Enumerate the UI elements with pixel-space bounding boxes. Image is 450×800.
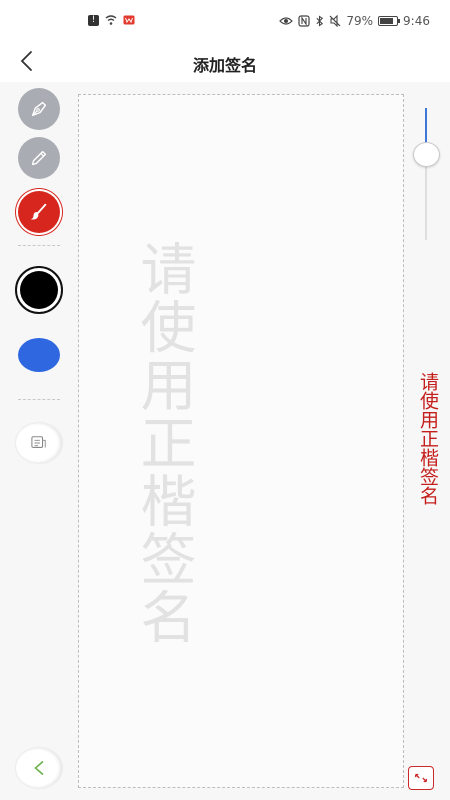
pencil-icon <box>31 150 47 166</box>
app-notification-icon <box>123 15 135 25</box>
battery-level-fill <box>380 18 394 24</box>
note-button[interactable] <box>16 423 62 463</box>
color-swatch-black-fill <box>20 271 58 309</box>
navigation-bar: 添加签名 <box>0 42 450 82</box>
eye-icon <box>279 17 294 25</box>
bluetooth-icon <box>316 15 324 27</box>
toolbar-divider <box>18 399 60 400</box>
brush-icon <box>30 203 47 220</box>
status-time: 9:46 <box>403 14 430 28</box>
color-swatch-black[interactable] <box>15 266 63 314</box>
exit-fullscreen-icon <box>415 773 427 783</box>
fountain-pen-tool-button[interactable] <box>18 88 60 130</box>
fountain-pen-icon <box>31 101 47 117</box>
status-left-icons: ! <box>88 14 135 26</box>
note-icon <box>31 436 46 448</box>
signature-hint: 请使用正楷签名 <box>417 372 439 505</box>
battery-icon <box>378 16 401 26</box>
undo-button[interactable] <box>16 748 62 788</box>
wifi-icon <box>105 15 117 25</box>
toolbar-divider <box>18 245 60 246</box>
stroke-width-slider-thumb[interactable] <box>413 142 440 168</box>
mute-icon <box>329 15 341 27</box>
pen-toolbar <box>0 82 76 800</box>
status-bar: ! 79% 9:46 <box>0 0 450 42</box>
undo-arrow-icon <box>34 761 44 775</box>
brush-tool-button[interactable] <box>18 191 60 233</box>
battery-percent: 79% <box>346 14 374 28</box>
page-title: 添加签名 <box>192 56 257 75</box>
color-swatch-blue[interactable] <box>18 338 60 372</box>
canvas-watermark: 请使用正楷签名 <box>131 240 196 646</box>
signature-canvas[interactable] <box>78 94 404 788</box>
status-right-icons: 79% 9:46 <box>279 14 430 28</box>
pencil-tool-button[interactable] <box>18 137 60 179</box>
alert-icon: ! <box>88 14 99 26</box>
exit-fullscreen-button[interactable] <box>408 766 434 790</box>
nfc-icon <box>298 15 310 27</box>
